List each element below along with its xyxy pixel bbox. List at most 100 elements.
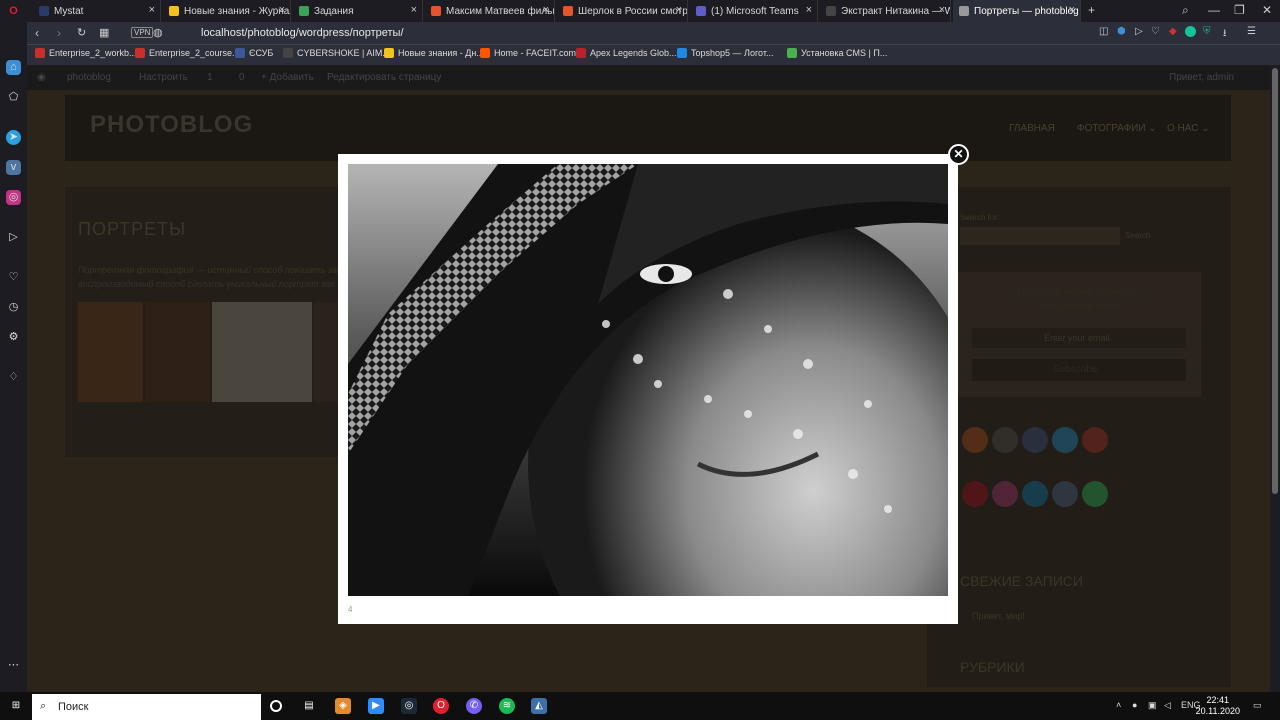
zoom-icon[interactable]: ▶ [368, 698, 384, 714]
tab-3[interactable]: Максим Матвеев фильм × [425, 0, 555, 22]
wp-site-link[interactable]: photoblog [67, 72, 111, 83]
tab-close-icon[interactable]: × [543, 4, 549, 16]
clock[interactable]: 22:41 20.11.2020 [1196, 695, 1240, 717]
tab-close-icon[interactable]: × [806, 4, 812, 16]
extension-icon[interactable]: ◆ [1169, 26, 1177, 37]
window-restore-button[interactable]: ❐ [1234, 3, 1245, 17]
twitter-icon[interactable] [1052, 427, 1078, 453]
instagram-icon[interactable]: ◎ [6, 190, 21, 205]
bookmark-item[interactable]: Apex Legends Glob... [576, 48, 677, 58]
youtube-icon[interactable] [1082, 427, 1108, 453]
tab-5[interactable]: (1) Microsoft Teams × [690, 0, 818, 22]
tab-close-icon[interactable]: × [411, 4, 417, 16]
tab-6[interactable]: Экстракт Нитакина — Warf× [820, 0, 951, 22]
tray-chevron-icon[interactable]: ˄ [1116, 700, 1121, 710]
recent-post-link[interactable]: Привет, мир! [972, 611, 1025, 621]
tab-1[interactable]: Новые знания - Журнал с× [163, 0, 291, 22]
vk-social-icon[interactable] [1052, 481, 1078, 507]
telegram-social-icon[interactable] [1022, 481, 1048, 507]
bookmark-item[interactable]: Новые знания - Дн... [384, 48, 484, 58]
app-icon-orange[interactable]: ◈ [335, 698, 351, 714]
bookmark-item[interactable]: Topshop5 — Логот... [677, 48, 773, 58]
forward-icon[interactable]: › [57, 26, 61, 40]
grammarly-icon[interactable] [1185, 26, 1196, 37]
bookmark-item[interactable]: CYBERSHOKE | AIM... [283, 48, 390, 58]
spotify-icon[interactable]: ≋ [499, 698, 515, 714]
rss-icon[interactable] [962, 427, 988, 453]
nav-photos[interactable]: ФОТОГРАФИИ ⌄ [1077, 123, 1157, 134]
taskbar-search[interactable]: ⌕ Поиск [32, 694, 261, 720]
gallery-thumbnail[interactable] [145, 302, 210, 402]
window-close-button[interactable]: ✕ [1262, 3, 1272, 17]
send-icon[interactable]: ▷ [6, 230, 21, 245]
opera-logo-icon[interactable]: O [6, 4, 21, 19]
tab-2[interactable]: Задания × [293, 0, 423, 22]
gallery-thumbnail[interactable] [212, 302, 312, 402]
wp-edit-link[interactable]: Редактировать страницу [327, 72, 441, 83]
new-tab-button[interactable]: + [1088, 3, 1095, 17]
speed-dial-icon[interactable]: ⌂ [6, 60, 21, 75]
whatsapp-icon[interactable] [1082, 481, 1108, 507]
widget-search-button[interactable]: Search [1125, 231, 1150, 240]
wp-greeting[interactable]: Привет, admin [1169, 72, 1234, 83]
menu-icon[interactable]: ☰ [1247, 26, 1256, 37]
notifications-icon[interactable]: ▭ [1253, 700, 1262, 711]
tab-7[interactable]: Портреты — photoblog × [953, 0, 1081, 22]
heart-icon[interactable]: ♡ [6, 270, 21, 285]
bookmark-item[interactable]: ЄСУБ [235, 48, 273, 58]
tabs-grid-icon[interactable]: ▦ [99, 26, 109, 39]
volume-icon[interactable]: ◁ [1164, 700, 1171, 711]
app-icon-blue[interactable]: ◭ [531, 698, 547, 714]
bookmark-item[interactable]: Enterprise_2_course... [135, 48, 240, 58]
shield-icon[interactable]: ⬢ [1117, 26, 1126, 37]
lightbox-image[interactable] [348, 164, 948, 596]
lightbox-close-button[interactable]: ✕ [948, 144, 969, 165]
opera-taskbar-icon[interactable]: O [433, 698, 449, 714]
vpn-ext-icon[interactable]: ⛨ [1203, 26, 1211, 37]
email-social-icon[interactable] [992, 427, 1018, 453]
tab-4[interactable]: Шерлок в России смотре × [557, 0, 688, 22]
wp-updates-count[interactable]: 1 [207, 72, 213, 83]
bookmark-item[interactable]: Home - FACEIT.com [480, 48, 576, 58]
settings-icon[interactable]: ⚙ [6, 330, 21, 345]
window-minimize-button[interactable]: — [1208, 3, 1220, 17]
pinterest-icon[interactable] [962, 481, 988, 507]
cortana-icon[interactable] [270, 700, 282, 712]
instagram-social-icon[interactable] [992, 481, 1018, 507]
gallery-thumbnail[interactable] [78, 302, 143, 402]
bookmark-item[interactable]: Установка CMS | П... [787, 48, 887, 58]
bulb-icon[interactable]: ♢ [6, 370, 21, 385]
steam-icon[interactable]: ◎ [401, 698, 417, 714]
wp-logo-icon[interactable]: ◉ [37, 72, 46, 83]
tab-close-icon[interactable]: × [1069, 4, 1075, 16]
wp-customize-link[interactable]: Настроить [139, 72, 188, 83]
vk-icon[interactable]: v [6, 160, 21, 175]
tab-0[interactable]: Mystat × [33, 0, 161, 22]
scrollbar-thumb[interactable] [1272, 68, 1278, 494]
more-icon[interactable]: ⋯ [6, 658, 21, 673]
back-icon[interactable]: ‹ [35, 26, 39, 40]
reload-icon[interactable]: ↻ [77, 26, 86, 39]
share-icon[interactable]: ▷ [1135, 26, 1143, 37]
tab-close-icon[interactable]: × [939, 4, 945, 16]
download-icon[interactable]: ⭳ [1223, 26, 1227, 43]
camera-icon[interactable]: ◫ [1099, 26, 1108, 37]
site-logo[interactable]: PHOTOBLOG [90, 111, 253, 139]
task-view-icon[interactable]: ▤ [301, 698, 317, 714]
nav-about[interactable]: О НАС ⌄ [1167, 123, 1210, 134]
wp-add-link[interactable]: + Добавить [261, 72, 314, 83]
facebook-icon[interactable] [1022, 427, 1048, 453]
telegram-icon[interactable]: ➤ [6, 130, 21, 145]
mic-icon[interactable]: ● [1132, 700, 1137, 710]
tab-close-icon[interactable]: × [279, 4, 285, 16]
windows-start-icon[interactable]: ⊞ [8, 698, 24, 714]
url-field[interactable]: localhost/photoblog/wordpress/портреты/ [201, 27, 404, 39]
home-icon[interactable]: ⬠ [6, 90, 21, 105]
bookmark-heart-icon[interactable]: ♡ [1151, 26, 1160, 37]
viber-icon[interactable]: ✆ [466, 698, 482, 714]
network-icon[interactable]: ▣ [1148, 700, 1157, 711]
nav-home[interactable]: ГЛАВНАЯ [1009, 123, 1055, 134]
tab-close-icon[interactable]: × [676, 4, 682, 16]
widget-search-input[interactable] [960, 227, 1120, 245]
history-icon[interactable]: ◷ [6, 300, 21, 315]
